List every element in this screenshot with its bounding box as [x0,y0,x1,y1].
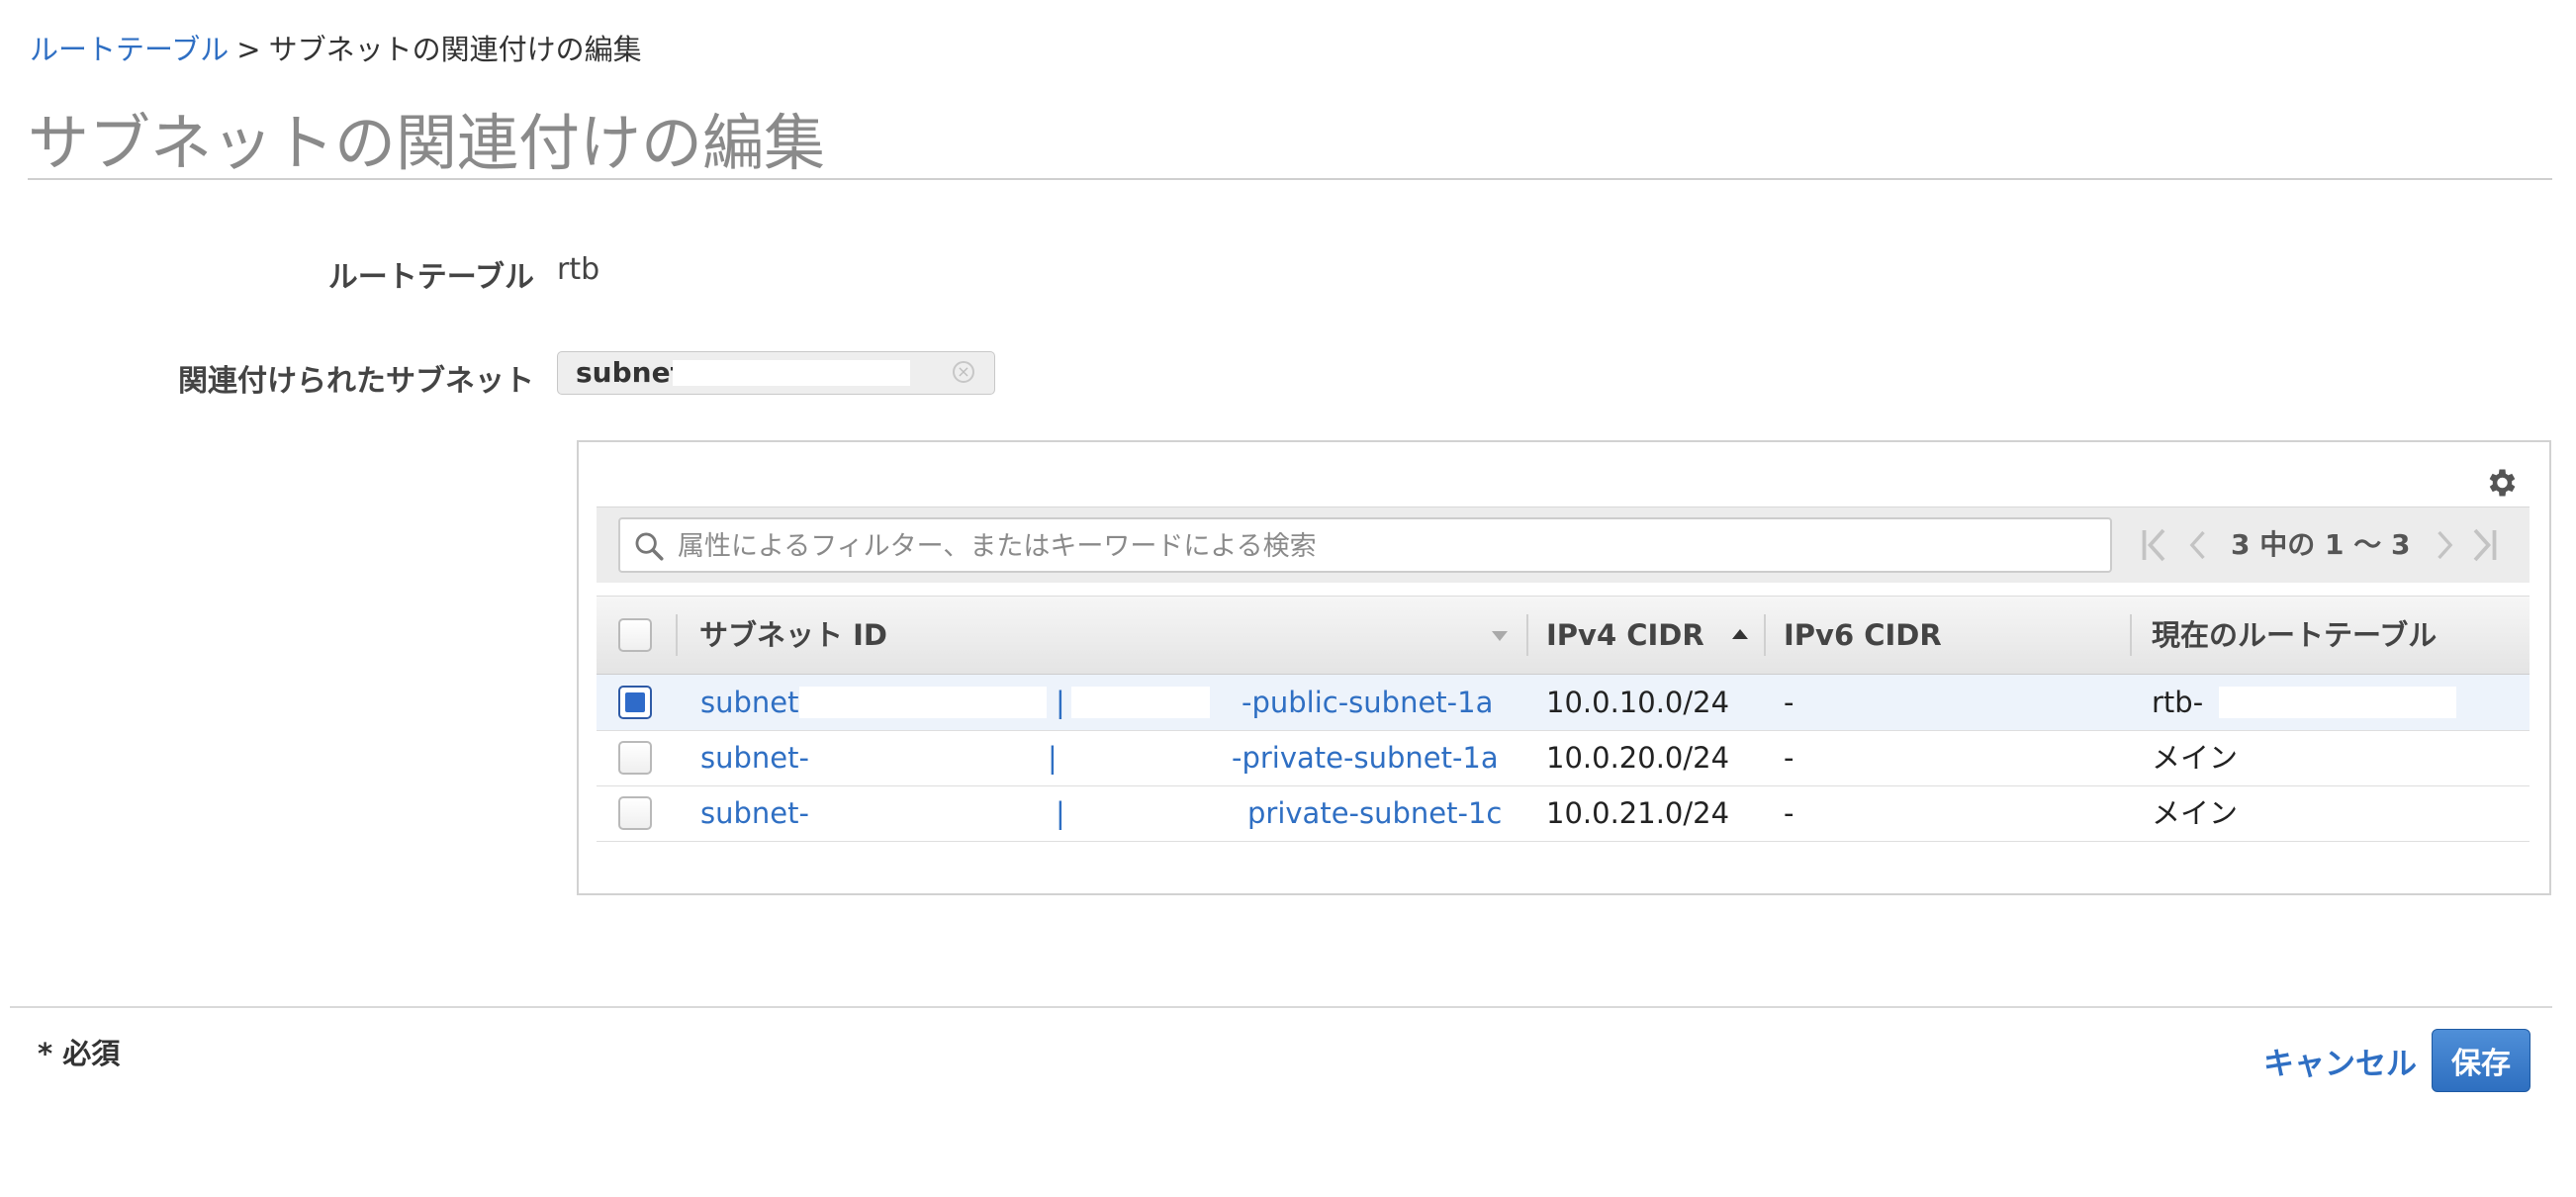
breadcrumb: ルートテーブル > サブネットの関連付けの編集 [30,30,642,69]
redaction [799,687,1047,718]
column-header-ipv6-cidr[interactable]: IPv6 CIDR [1784,597,1942,674]
search-box [618,517,2112,573]
subnet-name[interactable]: -private-subnet-1a [1232,730,1499,785]
table-header: サブネット ID IPv4 CIDR IPv6 CIDR 現在のルートテーブル [597,596,2530,675]
column-header-ipv4-cidr[interactable]: IPv4 CIDR [1546,597,1704,674]
select-all-checkbox[interactable] [618,618,652,652]
sort-asc-icon[interactable] [1732,628,1748,640]
gear-icon[interactable] [2483,465,2519,501]
cancel-button[interactable]: キャンセル [2263,1039,2417,1083]
row-checkbox[interactable] [618,741,652,775]
footer-divider [10,1006,2552,1008]
subnet-id-link[interactable]: subnet- [700,785,809,841]
subnet-separator: | [1056,686,1065,719]
route-table-value: rtb- [2152,686,2204,719]
column-header-route-table[interactable]: 現在のルートテーブル [2152,597,2437,674]
ipv6-cidr: - [1784,686,1794,719]
route-table-value: メイン [2152,796,2239,830]
first-page-icon[interactable] [2140,521,2169,569]
sort-desc-icon[interactable] [1492,630,1508,642]
filter-bar: 3 中の 1 〜 3 [597,506,2530,583]
redaction [673,360,910,386]
last-page-icon[interactable] [2469,521,2499,569]
table-row[interactable]: subnet- | -private-subnet-1a 10.0.20.0/2… [597,730,2530,786]
prev-page-icon[interactable] [2184,521,2210,569]
redaction [1071,687,1210,718]
title-divider [28,178,2552,180]
subnet-separator: | [1048,741,1058,775]
associated-subnet-tag: subnet- × [557,351,995,395]
column-header-subnet-id[interactable]: サブネット ID [699,597,887,674]
route-table-label: ルートテーブル [327,260,534,295]
associated-subnets-label: 関連付けられたサブネット [178,364,534,399]
route-table-value: rtb [557,252,600,287]
breadcrumb-route-tables-link[interactable]: ルートテーブル [30,33,229,66]
breadcrumb-current: サブネットの関連付けの編集 [268,33,642,66]
ipv6-cidr: - [1784,796,1794,830]
required-note: * 必須 [38,1037,121,1070]
table-row[interactable]: subnet- | private-subnet-1c 10.0.21.0/24… [597,785,2530,842]
column-divider [1764,614,1766,656]
column-divider [2130,614,2132,656]
search-icon [635,532,664,561]
table-row[interactable]: subnet-( | -public-subnet-1a 10.0.10.0/2… [597,675,2530,731]
subnet-name[interactable]: private-subnet-1c [1247,785,1502,841]
column-divider [1526,614,1528,656]
column-divider [676,614,678,656]
breadcrumb-separator: > [236,33,261,66]
search-input[interactable] [676,525,2084,567]
row-checkbox[interactable] [618,686,652,719]
ipv4-cidr: 10.0.21.0/24 [1546,796,1730,830]
subnet-id-link[interactable]: subnet- [700,730,809,785]
ipv4-cidr: 10.0.10.0/24 [1546,686,1730,719]
redaction [2219,687,2456,718]
ipv4-cidr: 10.0.20.0/24 [1546,741,1730,775]
page-title: サブネットの関連付けの編集 [28,107,826,179]
clear-icon[interactable]: × [953,361,974,383]
row-checkbox[interactable] [618,796,652,830]
ipv6-cidr: - [1784,741,1794,775]
pagination-status: 3 中の 1 〜 3 [2231,528,2411,561]
route-table-value: メイン [2152,741,2239,775]
subnet-name[interactable]: -public-subnet-1a [1242,675,1493,730]
next-page-icon[interactable] [2433,521,2458,569]
subnet-separator: | [1056,796,1065,830]
save-button[interactable]: 保存 [2432,1029,2530,1092]
